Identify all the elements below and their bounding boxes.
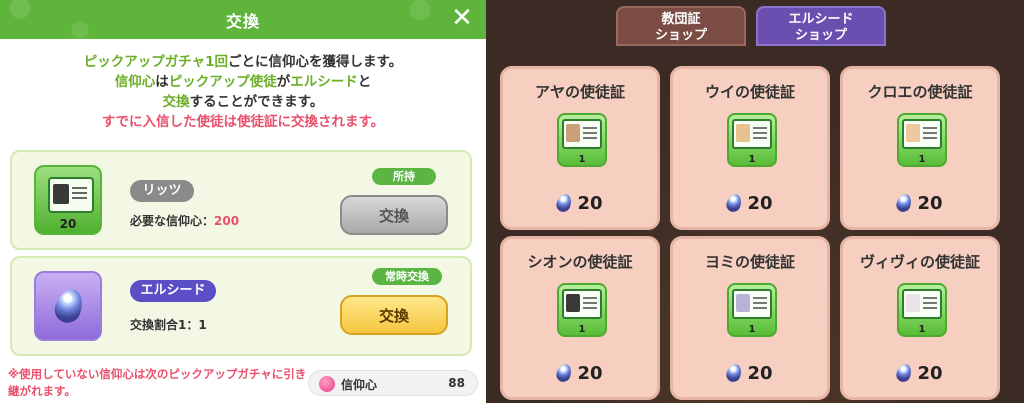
item-count: 20: [59, 217, 77, 231]
shop-item-title: ヨミの使徒証: [704, 253, 795, 271]
shop-item-price: 20: [673, 362, 827, 384]
disciple-card-icon: 1: [557, 113, 607, 167]
tab-cult-card-shop[interactable]: 教団証 ショップ: [616, 6, 746, 46]
disciple-card-icon: 1: [727, 113, 777, 167]
disciple-card-icon: 1: [897, 113, 947, 167]
shop-item-title: シオンの使徒証: [527, 253, 633, 271]
card-art: [48, 177, 94, 213]
shop-item-price: 20: [843, 362, 997, 384]
price-value: 20: [747, 193, 773, 214]
intro-text: ピックアップガチャ1回ごとに信仰心を獲得します。 信仰心はピックアップ使徒がエル…: [0, 52, 486, 132]
item-name-tag: リッツ: [130, 180, 194, 202]
gem-icon: [554, 192, 575, 214]
dialog-title: 交換: [225, 12, 260, 31]
card-count: 1: [748, 324, 756, 335]
gem-icon: [50, 285, 88, 327]
faith-counter: 信仰心 88: [308, 370, 478, 396]
price-value: 20: [917, 363, 943, 384]
gem-icon: [724, 362, 745, 384]
shop-item-price: 20: [673, 192, 827, 214]
tab-elseed-shop[interactable]: エルシード ショップ: [756, 6, 886, 46]
tab-label-line1: エルシード: [788, 12, 854, 27]
intro-line4-warning: すでに入信した使徒は使徒証に交換されます。: [101, 114, 385, 130]
shop-item-price: 20: [503, 362, 657, 384]
shop-item-chloe[interactable]: クロエの使徒証 1 20: [840, 66, 1000, 230]
card-count: 1: [748, 154, 756, 165]
disciple-card-icon: 1: [897, 283, 947, 337]
shop-item-ui[interactable]: ウイの使徒証 1 20: [670, 66, 830, 230]
disciple-card-icon: 20: [34, 165, 102, 235]
shop-item-shion[interactable]: シオンの使徒証 1 20: [500, 236, 660, 400]
intro-line2-to: と: [357, 74, 372, 90]
gem-icon: [724, 192, 745, 214]
owned-badge: 所持: [372, 168, 436, 185]
gem-icon: [554, 362, 575, 384]
carryover-note: ※使用していない信仰心は次のピックアップガチャに引き継がれます。: [8, 367, 307, 398]
shop-item-title: クロエの使徒証: [867, 83, 973, 101]
intro-line2-elseed: エルシード: [290, 74, 358, 90]
disciple-card-icon: 1: [557, 283, 607, 337]
exchange-item-elseed: エルシード 交換割合1：1 常時交換 交換: [10, 256, 472, 356]
tab-label-line2: ショップ: [794, 28, 847, 43]
exchange-item-ritz: 20 リッツ 必要な信仰心：200 所持 交換: [10, 150, 472, 250]
intro-line2-ga: が: [276, 74, 291, 90]
card-count: 1: [578, 324, 586, 335]
intro-line2-pickup: ピックアップ使徒: [168, 74, 277, 90]
shop-item-title: ウイの使徒証: [704, 83, 795, 101]
requirement-text: 必要な信仰心：200: [130, 212, 239, 229]
requirement-label: 必要な信仰心：: [130, 214, 215, 228]
faith-value: 88: [448, 376, 465, 390]
heart-icon: [319, 376, 335, 392]
shop-item-aya[interactable]: アヤの使徒証 1 20: [500, 66, 660, 230]
price-value: 20: [747, 363, 773, 384]
faith-label: 信仰心: [341, 378, 378, 392]
intro-line2-ha: は: [155, 74, 169, 90]
price-value: 20: [577, 363, 603, 384]
item-name-tag: エルシード: [130, 280, 216, 302]
shop-item-price: 20: [503, 192, 657, 214]
card-count: 1: [918, 154, 926, 165]
shop-item-title: ヴィヴィの使徒証: [859, 253, 980, 271]
intro-line2-faith: 信仰心: [114, 74, 156, 90]
intro-line3-rest: することができます。: [189, 94, 324, 110]
shop-item-yomi[interactable]: ヨミの使徒証 1 20: [670, 236, 830, 400]
gem-icon: [894, 362, 915, 384]
price-value: 20: [577, 193, 603, 214]
intro-line1-highlight: ピックアップガチャ1回: [83, 54, 229, 70]
exchange-button-disabled[interactable]: 交換: [340, 195, 448, 235]
shop-item-vivi[interactable]: ヴィヴィの使徒証 1 20: [840, 236, 1000, 400]
card-count: 1: [578, 154, 586, 165]
gem-icon: [894, 192, 915, 214]
elseed-gem-icon: [34, 271, 102, 341]
exchange-rate: 交換割合1：1: [130, 318, 207, 332]
disciple-card-icon: 1: [727, 283, 777, 337]
dialog-header: 交換 ✕: [0, 0, 486, 39]
tab-label-line2: ショップ: [654, 28, 707, 43]
price-value: 20: [917, 193, 943, 214]
intro-line1-rest: ごとに信仰心を獲得します。: [228, 54, 403, 70]
shop-item-price: 20: [843, 192, 997, 214]
intro-line3-exchange: 交換: [162, 94, 190, 110]
close-icon[interactable]: ✕: [448, 4, 476, 32]
exchange-dialog: 交換 ✕ ピックアップガチャ1回ごとに信仰心を獲得します。 信仰心はピックアップ…: [0, 0, 486, 403]
shop-panel: 教団証 ショップ エルシード ショップ アヤの使徒証 1 20 ウイの使徒証 1…: [486, 0, 1024, 403]
card-count: 1: [918, 324, 926, 335]
shop-item-title: アヤの使徒証: [534, 83, 625, 101]
requirement-value: 200: [214, 214, 240, 228]
tab-label-line1: 教団証: [661, 12, 701, 27]
always-exchange-badge: 常時交換: [372, 268, 442, 285]
exchange-button[interactable]: 交換: [340, 295, 448, 335]
